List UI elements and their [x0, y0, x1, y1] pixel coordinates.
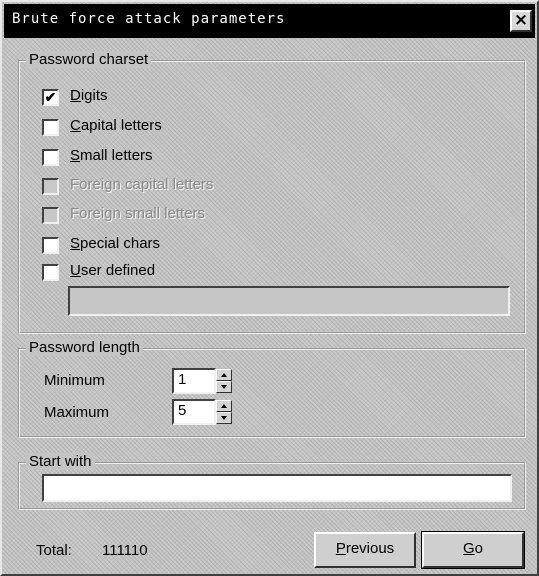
start-with-label: Start with [26, 453, 95, 470]
checkbox-digits-label: Digits [70, 87, 108, 104]
window-title: Brute force attack parameters [12, 11, 286, 27]
maximum-length-value: 5 [178, 402, 187, 419]
minimum-increment-button[interactable] [216, 369, 232, 381]
arrow-up-icon [221, 404, 227, 408]
user-defined-charset-input [68, 286, 510, 316]
start-with-input[interactable] [42, 474, 512, 502]
minimum-label: Minimum [44, 372, 105, 389]
close-button[interactable]: × [510, 10, 532, 32]
checkbox-capital-letters-box[interactable] [42, 119, 59, 136]
checkbox-foreign-capital-letters-box [42, 178, 59, 195]
title-bar[interactable]: Brute force attack parameters × [4, 4, 535, 38]
check-icon: ✔ [44, 89, 57, 105]
close-icon: × [513, 10, 529, 30]
minimum-length-spinner[interactable] [216, 369, 232, 393]
checkbox-foreign-small-letters-box [42, 207, 59, 224]
maximum-label: Maximum [44, 404, 110, 421]
dialog-window: Brute force attack parameters × Password… [0, 0, 539, 576]
checkbox-user-defined-label: User defined [70, 262, 156, 279]
checkbox-special-chars-box[interactable] [42, 237, 59, 254]
total-label: Total: [36, 542, 72, 559]
minimum-length-value: 1 [178, 371, 187, 388]
total-value: 111110 [102, 542, 148, 559]
previous-button[interactable]: Previous [314, 532, 416, 568]
maximum-length-spinner[interactable] [216, 400, 232, 424]
arrow-up-icon [221, 373, 227, 377]
arrow-down-icon [221, 385, 227, 389]
arrow-down-icon [221, 416, 227, 420]
maximum-decrement-button[interactable] [216, 412, 232, 424]
password-charset-label: Password charset [26, 51, 152, 68]
checkbox-capital-letters-label: Capital letters [70, 117, 162, 134]
minimum-decrement-button[interactable] [216, 381, 232, 393]
minimum-length-input[interactable]: 1 [172, 368, 216, 394]
password-length-group: Password length [18, 339, 526, 438]
checkbox-user-defined-box[interactable] [42, 264, 59, 281]
checkbox-small-letters-label: Small letters [70, 147, 153, 164]
go-button[interactable]: Go [421, 531, 525, 569]
password-length-label: Password length [26, 339, 143, 356]
maximum-length-input[interactable]: 5 [172, 399, 216, 425]
checkbox-special-chars-label: Special chars [70, 235, 161, 252]
maximum-increment-button[interactable] [216, 400, 232, 412]
checkbox-foreign-small-letters-label: Foreign small letters [70, 205, 206, 222]
checkbox-foreign-capital-letters-label: Foreign capital letters [70, 176, 214, 193]
checkbox-small-letters-box[interactable] [42, 149, 59, 166]
checkbox-digits-box[interactable]: ✔ [42, 89, 59, 106]
